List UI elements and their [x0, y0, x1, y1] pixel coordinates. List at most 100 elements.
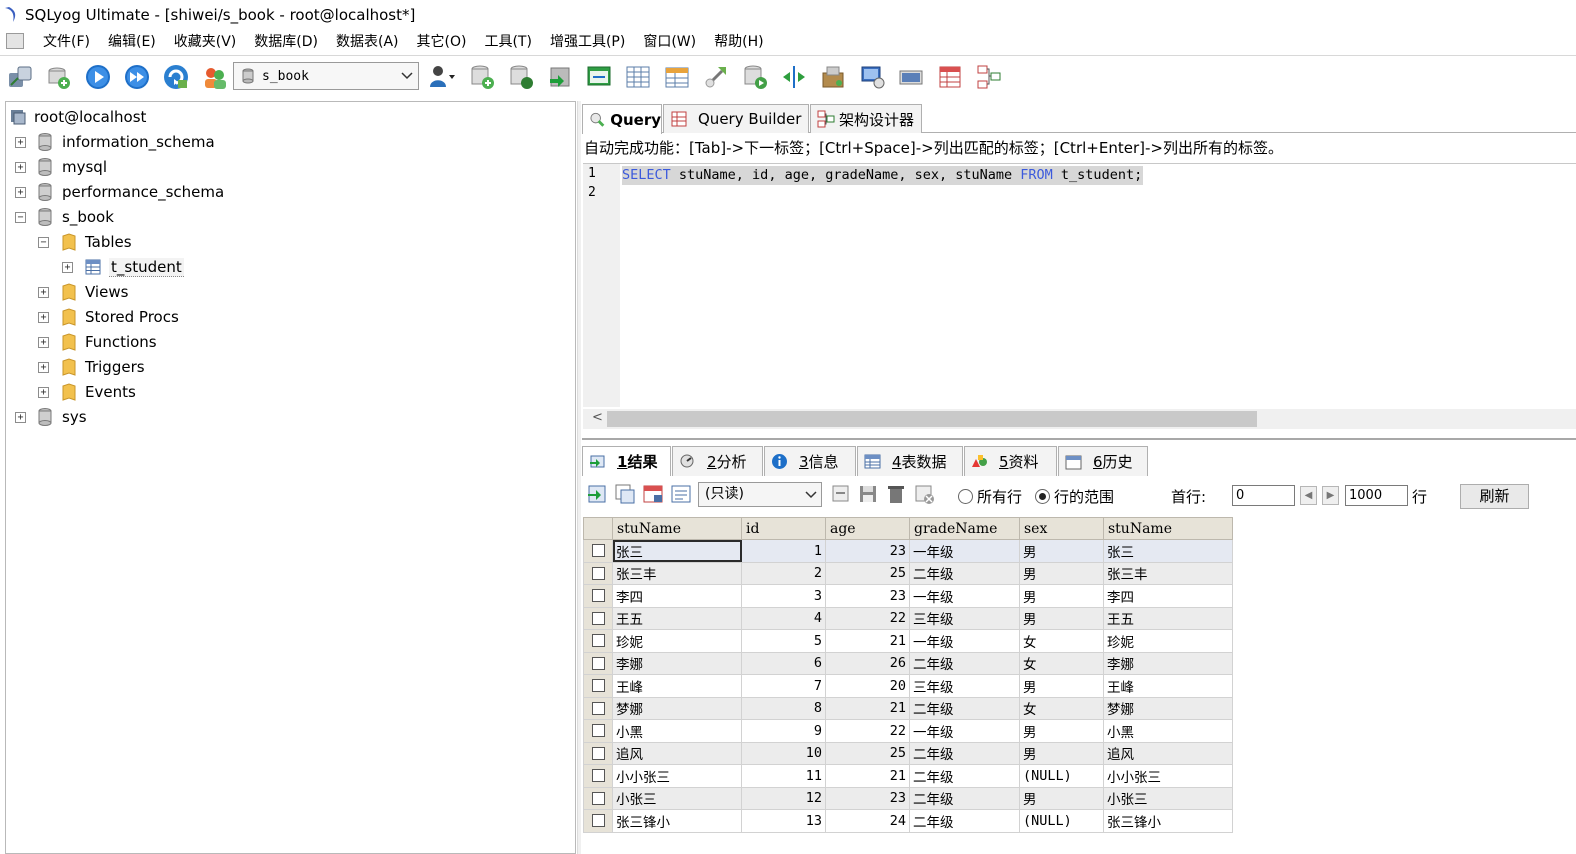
table-cell[interactable]: 女 [1019, 696, 1104, 720]
tree-node-functions[interactable]: + Functions [38, 331, 157, 353]
database-select[interactable]: s_book [233, 62, 419, 90]
menu-window[interactable]: 窗口(W) [634, 31, 705, 51]
table-cell[interactable]: 梦娜 [1103, 696, 1233, 720]
table-cell[interactable]: 李娜 [1103, 651, 1233, 675]
form-view-icon[interactable] [642, 483, 664, 505]
table-row[interactable]: 小张三 12 23 二年级男小张三 [583, 786, 1233, 810]
column-header[interactable]: age [825, 517, 910, 540]
row-checkbox[interactable] [591, 544, 605, 558]
backup-database-button[interactable] [467, 62, 497, 92]
menu-file[interactable]: 文件(F) [34, 31, 99, 51]
table-cell[interactable]: 24 [825, 809, 910, 833]
process-list-button[interactable] [896, 62, 926, 92]
table-cell[interactable]: 男 [1019, 584, 1104, 608]
execute-all-button[interactable] [122, 62, 152, 92]
table-cell[interactable]: 23 [825, 584, 910, 608]
table-cell[interactable]: 男 [1019, 674, 1104, 698]
table-row[interactable]: 张三 1 23 一年级男张三 [583, 539, 1233, 563]
notification-button[interactable] [857, 62, 887, 92]
row-checkbox[interactable] [591, 589, 605, 603]
table-cell[interactable]: 1 [741, 539, 826, 563]
table-row[interactable]: 张三锋小 13 24 二年级 (NULL) 张三锋小 [583, 809, 1233, 833]
table-cell[interactable]: 李四 [612, 584, 742, 608]
table-cell[interactable]: 二年级 [909, 696, 1020, 720]
table-cell[interactable]: 10 [741, 741, 826, 765]
table-cell[interactable]: 23 [825, 786, 910, 810]
table-cell[interactable]: 9 [741, 719, 826, 743]
table-cell[interactable]: 小黑 [612, 719, 742, 743]
table-cell[interactable]: 4 [741, 606, 826, 630]
table-cell[interactable]: 女 [1019, 651, 1104, 675]
new-query-button[interactable] [44, 62, 74, 92]
panel-splitter[interactable] [577, 101, 581, 854]
table-cell[interactable]: 12 [741, 786, 826, 810]
expand-icon[interactable]: + [62, 261, 73, 273]
cancel-changes-icon[interactable] [913, 483, 935, 505]
table-cell[interactable]: 一年级 [909, 629, 1020, 653]
table-cell[interactable]: 二年级 [909, 651, 1020, 675]
menu-database[interactable]: 数据库(D) [245, 31, 327, 51]
row-checkbox[interactable] [591, 769, 605, 783]
tree-node-stored-procs[interactable]: + Stored Procs [38, 306, 179, 328]
tab-query-builder[interactable]: Query Builder [663, 104, 809, 133]
table-cell[interactable]: 20 [825, 674, 910, 698]
menu-favorites[interactable]: 收藏夹(V) [165, 31, 246, 51]
radio-row-range[interactable]: 行的范围 [1035, 486, 1114, 507]
table-cell[interactable]: 22 [825, 719, 910, 743]
table-cell[interactable]: 一年级 [909, 539, 1020, 563]
row-checkbox[interactable] [591, 611, 605, 625]
edit-mode-select[interactable]: (只读) [698, 482, 822, 507]
table-cell[interactable]: 梦娜 [612, 696, 742, 720]
row-checkbox-cell[interactable] [583, 539, 613, 563]
table-cell[interactable]: 王五 [1103, 606, 1233, 630]
tree-node-events[interactable]: + Events [38, 381, 136, 403]
table-row[interactable]: 王峰 7 20 三年级男王峰 [583, 674, 1233, 698]
table-cell[interactable]: 张三锋小 [612, 809, 742, 833]
horizontal-scrollbar[interactable]: < [583, 409, 1576, 429]
tree-node-performance-schema[interactable]: + performance_schema [15, 181, 224, 203]
row-checkbox[interactable] [591, 746, 605, 760]
table-cell[interactable]: 2 [741, 561, 826, 585]
table-cell[interactable]: 三年级 [909, 674, 1020, 698]
table-cell[interactable]: 张三 [1103, 539, 1233, 563]
expand-icon[interactable]: + [38, 336, 49, 348]
radio-all-rows[interactable]: 所有行 [958, 486, 1022, 507]
table-cell[interactable]: 男 [1019, 786, 1104, 810]
row-checkbox-cell[interactable] [583, 719, 613, 743]
tree-node-sys[interactable]: + sys [15, 406, 87, 428]
row-checkbox-cell[interactable] [583, 809, 613, 833]
table-cell[interactable]: 珍妮 [1103, 629, 1233, 653]
scheduled-job-button[interactable] [701, 62, 731, 92]
table-row[interactable]: 小黑 9 22 一年级男小黑 [583, 719, 1233, 743]
import-button[interactable] [545, 62, 575, 92]
scrollbar-thumb[interactable] [607, 411, 1257, 427]
row-count-input[interactable]: 1000 [1345, 485, 1408, 506]
table-cell[interactable]: 李四 [1103, 584, 1233, 608]
row-checkbox[interactable] [591, 791, 605, 805]
table-row[interactable]: 珍妮 5 21 一年级女珍妮 [583, 629, 1233, 653]
table-row[interactable]: 小小张三 11 21 二年级 (NULL) 小小张三 [583, 764, 1233, 788]
table-cell[interactable]: 23 [825, 539, 910, 563]
tab-table-data[interactable]: 4 表数据 [857, 446, 963, 476]
execute-query-button[interactable] [83, 62, 113, 92]
tab-info[interactable]: 5 资料 [964, 446, 1057, 476]
table-cell[interactable]: 一年级 [909, 584, 1020, 608]
expand-icon[interactable]: + [38, 286, 49, 298]
table-cell[interactable]: 二年级 [909, 786, 1020, 810]
table-cell[interactable]: 小小张三 [612, 764, 742, 788]
menu-powertools[interactable]: 增强工具(P) [541, 31, 634, 51]
row-checkbox[interactable] [591, 566, 605, 580]
tab-messages[interactable]: 3 信息 [764, 446, 856, 476]
tab-history[interactable]: 6 历史 [1058, 446, 1148, 476]
row-checkbox[interactable] [591, 656, 605, 670]
tree-node-information-schema[interactable]: + information_schema [15, 131, 215, 153]
table-cell[interactable]: 21 [825, 764, 910, 788]
table-cell[interactable]: 21 [825, 629, 910, 653]
menu-table[interactable]: 数据表(A) [327, 31, 408, 51]
table-cell[interactable]: 男 [1019, 539, 1104, 563]
save-icon[interactable] [857, 483, 879, 505]
tree-node-s-book[interactable]: − s_book [15, 206, 114, 228]
table-row[interactable]: 李四 3 23 一年级男李四 [583, 584, 1233, 608]
table-cell[interactable]: 二年级 [909, 809, 1020, 833]
sql-code-line[interactable]: SELECT stuName, id, age, gradeName, sex,… [622, 166, 1144, 185]
